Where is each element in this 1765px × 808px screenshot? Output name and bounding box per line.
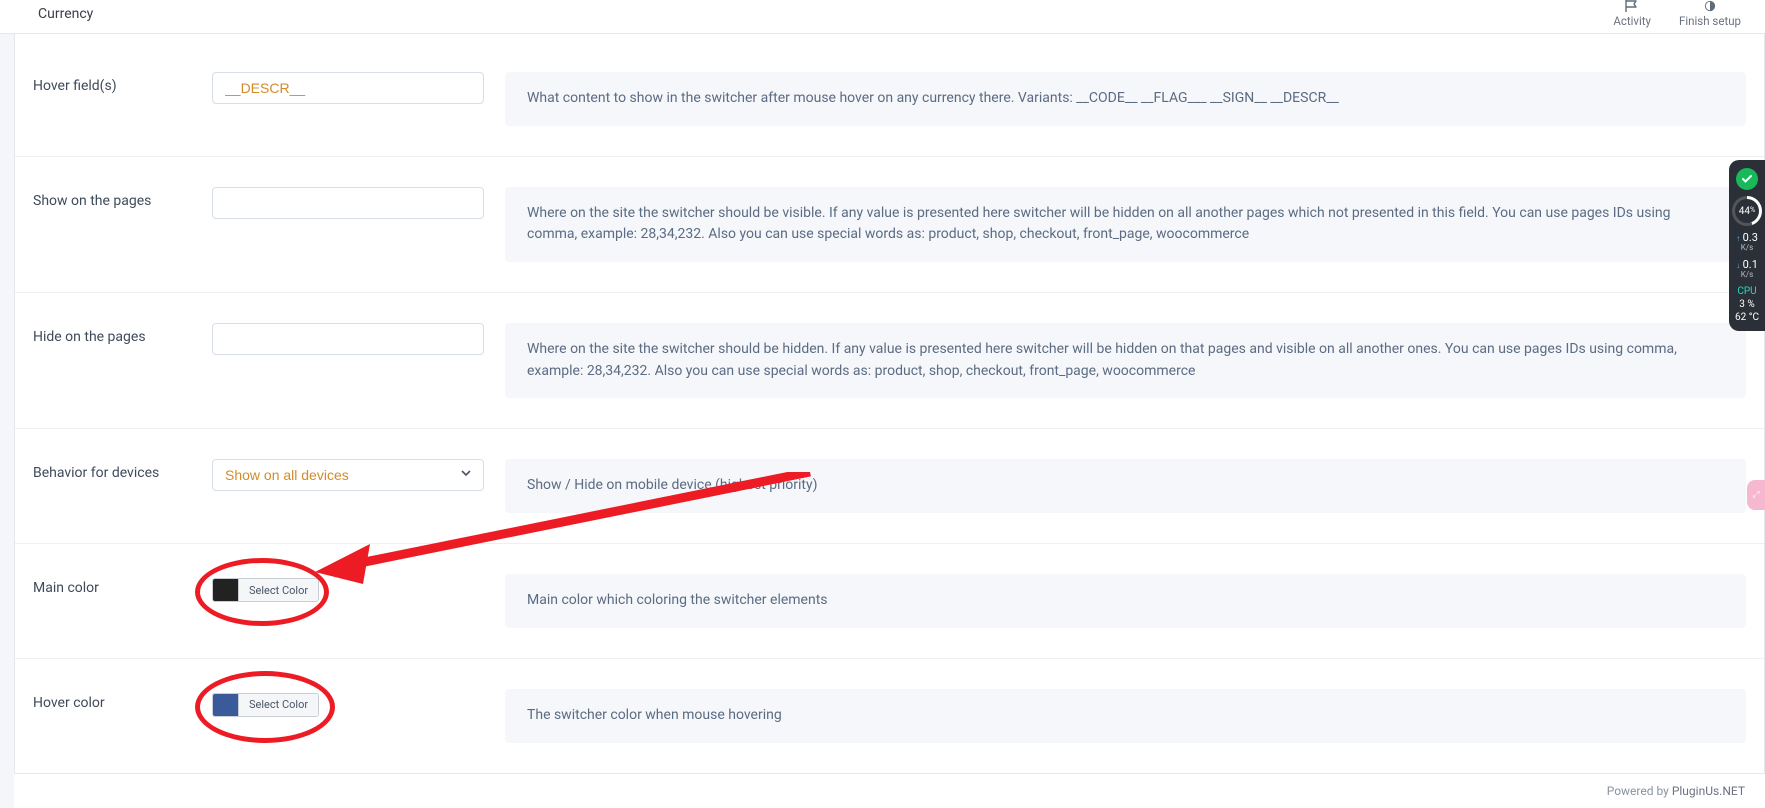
hover-fields-input[interactable]	[212, 72, 484, 104]
main-color-swatch	[213, 579, 239, 601]
hover-color-button-label: Select Color	[239, 694, 318, 716]
help-hover-fields: What content to show in the switcher aft…	[505, 72, 1746, 126]
label-show-pages: Show on the pages	[15, 187, 212, 209]
row-hover-color: Hover color Select Color The switcher co…	[15, 659, 1764, 773]
label-hover-fields: Hover field(s)	[15, 72, 212, 94]
help-main-color: Main color which coloring the switcher e…	[505, 574, 1746, 628]
net-upload: ↑ 0.3 K/s	[1729, 232, 1765, 253]
label-main-color: Main color	[15, 574, 212, 596]
help-hover-color: The switcher color when mouse hovering	[505, 689, 1746, 743]
label-behavior-devices: Behavior for devices	[15, 459, 212, 481]
cpu-label: CPU	[1729, 286, 1765, 297]
brand-title: Currency	[38, 0, 93, 22]
help-hide-pages: Where on the site the switcher should be…	[505, 323, 1746, 398]
footer-link[interactable]: PluginUs.NET	[1672, 784, 1745, 798]
row-behavior-devices: Behavior for devices Show on all devices…	[15, 429, 1764, 544]
net-download: ↓ 0.1 K/s	[1729, 259, 1765, 280]
hover-color-picker[interactable]: Select Color	[212, 693, 319, 717]
hide-pages-input[interactable]	[212, 323, 484, 355]
main-color-button-label: Select Color	[239, 579, 318, 601]
label-hover-color: Hover color	[15, 689, 212, 711]
row-hover-fields: Hover field(s) What content to show in t…	[15, 34, 1764, 157]
settings-panel: Hover field(s) What content to show in t…	[14, 34, 1765, 774]
show-pages-input[interactable]	[212, 187, 484, 219]
main-color-picker[interactable]: Select Color	[212, 578, 319, 602]
finish-setup-label: Finish setup	[1679, 15, 1741, 28]
help-show-pages: Where on the site the switcher should be…	[505, 187, 1746, 262]
footer: Powered by PluginUs.NET	[14, 774, 1765, 808]
behavior-devices-select[interactable]: Show on all devices	[212, 459, 484, 491]
activity-button[interactable]: Activity	[1613, 0, 1651, 27]
row-hide-pages: Hide on the pages Where on the site the …	[15, 293, 1764, 429]
footer-text: Powered by	[1607, 784, 1672, 798]
flag-icon	[1623, 0, 1641, 12]
system-monitor-widget[interactable]: 44% ↑ 0.3 K/s ↓ 0.1 K/s CPU 3 % 62 °C	[1729, 160, 1765, 331]
shield-check-icon	[1736, 168, 1758, 190]
cpu-temp: 62 °C	[1729, 312, 1765, 323]
activity-label: Activity	[1613, 15, 1651, 28]
topbar: Currency Activity Finish setup	[0, 0, 1765, 34]
help-behavior-devices: Show / Hide on mobile device (highest pr…	[505, 459, 1746, 513]
half-circle-icon	[1701, 0, 1719, 12]
cpu-percent: 3 %	[1729, 299, 1765, 310]
left-edge-strip	[0, 0, 14, 808]
hover-color-swatch	[213, 694, 239, 716]
usage-gauge: 44%	[1732, 196, 1762, 226]
pink-side-tab[interactable]: ⤢	[1747, 480, 1765, 510]
row-show-pages: Show on the pages Where on the site the …	[15, 157, 1764, 293]
finish-setup-button[interactable]: Finish setup	[1679, 0, 1741, 27]
row-main-color: Main color Select Color Main color which…	[15, 544, 1764, 659]
label-hide-pages: Hide on the pages	[15, 323, 212, 345]
